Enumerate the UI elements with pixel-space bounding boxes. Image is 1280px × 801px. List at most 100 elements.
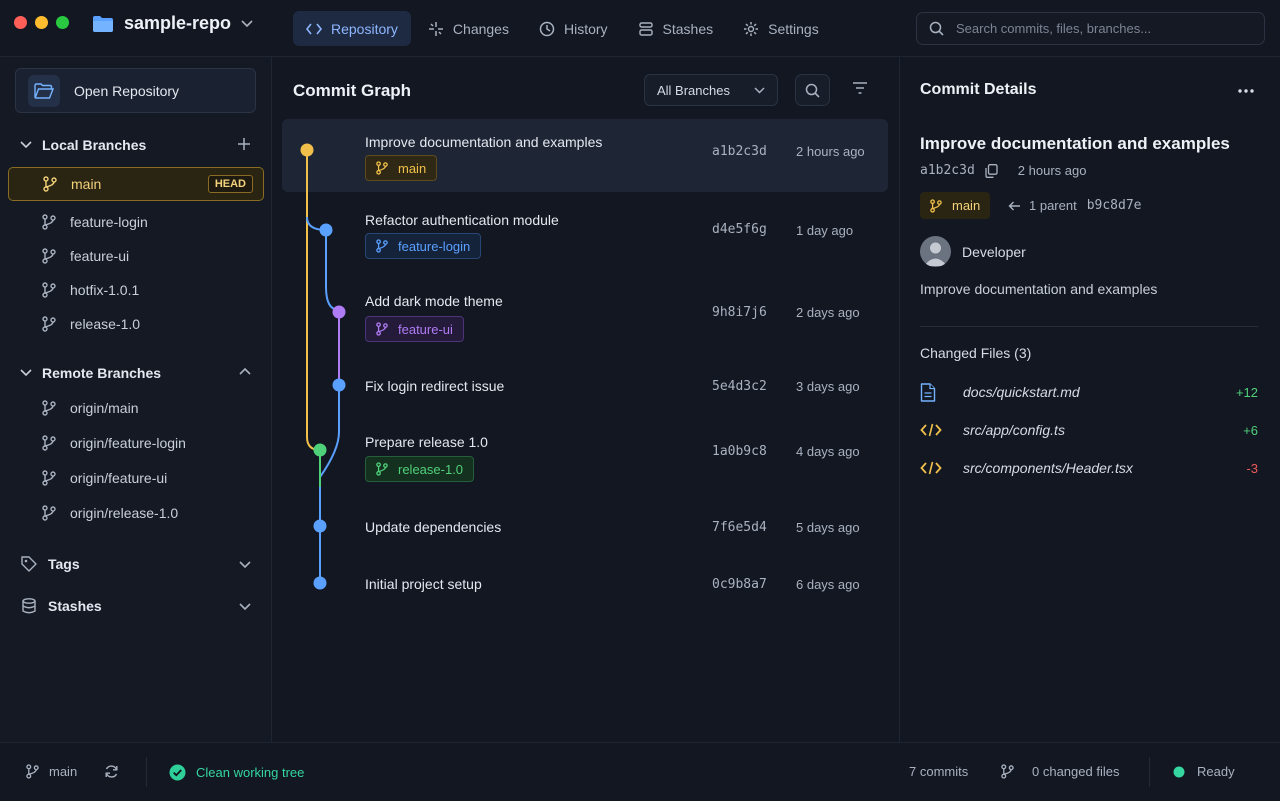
tab-settings[interactable]: Settings: [730, 11, 832, 46]
commit-meta: a1b2c3d 2 hours ago: [920, 163, 1086, 178]
filter-button[interactable]: [852, 81, 868, 95]
changed-file-item[interactable]: docs/quickstart.md +12: [920, 380, 1258, 404]
arrow-left-icon: [1008, 201, 1021, 211]
remote-branch-item[interactable]: origin/feature-ui: [8, 461, 264, 495]
tab-history[interactable]: History: [526, 11, 621, 46]
expand-stashes-button[interactable]: [239, 603, 251, 611]
copy-icon: [985, 163, 998, 178]
search-icon: [929, 21, 944, 36]
commit-title: Improve documentation and examples: [920, 134, 1230, 153]
gear-icon: [743, 21, 759, 37]
commit-hash: 5e4d3c2: [712, 379, 767, 394]
ellipsis-icon: [1238, 89, 1254, 93]
divider: [920, 326, 1258, 327]
commit-node: [300, 143, 314, 157]
remote-branch-item[interactable]: origin/main: [8, 391, 264, 425]
status-bar: main Clean working tree 7 commits 0 chan…: [0, 742, 1280, 801]
stack-icon: [638, 21, 654, 37]
branch-item-feature-ui[interactable]: feature-ui: [8, 239, 264, 273]
tab-repository[interactable]: Repository: [293, 11, 411, 46]
commit-count-label: 7 commits: [909, 764, 969, 779]
tags-section-header[interactable]: Tags: [20, 555, 80, 573]
tab-changes[interactable]: Changes: [415, 11, 522, 46]
git-branch-icon: [42, 316, 56, 332]
title-bar: sample-repo Repository Changes History S…: [0, 0, 1280, 57]
tab-label: Changes: [452, 20, 509, 37]
expand-tags-button[interactable]: [239, 561, 251, 569]
author-avatar: [920, 236, 951, 267]
repository-selector[interactable]: sample-repo: [92, 13, 253, 34]
commit-hash: 1a0b9c8: [712, 444, 767, 459]
branch-item-main[interactable]: main HEAD: [8, 167, 264, 201]
maximize-window-button[interactable]: [56, 16, 69, 29]
commit-node: [332, 305, 346, 319]
changed-files-title: Changed Files (3): [920, 345, 1032, 361]
chevron-down-icon: [20, 369, 32, 377]
collapse-remote-button[interactable]: [239, 367, 251, 375]
open-repository-button[interactable]: Open Repository: [15, 68, 256, 113]
changed-file-item[interactable]: src/components/Header.tsx -3: [920, 456, 1258, 480]
branch-label: release-1.0: [70, 316, 141, 332]
tab-label: History: [563, 20, 608, 37]
file-path: docs/quickstart.md: [963, 384, 1080, 400]
commit-message: Refactor authentication module: [365, 212, 559, 228]
commit-node: [313, 443, 327, 457]
branch-filter-dropdown[interactable]: All Branches: [644, 74, 778, 106]
branch-label: main: [71, 176, 102, 192]
status-branch[interactable]: main: [26, 764, 77, 779]
search-commits-button[interactable]: [795, 74, 830, 106]
git-branch-icon: [26, 764, 39, 779]
commit-time: 1 day ago: [796, 223, 854, 238]
sync-button[interactable]: [104, 764, 119, 779]
git-branch-icon: [42, 435, 56, 451]
more-options-button[interactable]: [1238, 89, 1254, 93]
commit-hash: 9h8i7j6: [712, 305, 767, 320]
file-path: src/app/config.ts: [963, 422, 1065, 438]
tab-stashes[interactable]: Stashes: [625, 11, 727, 46]
check-circle-icon: [169, 764, 186, 781]
commit-time: 2 hours ago: [796, 144, 865, 159]
commit-parent[interactable]: 1 parent b9c8d7e: [1008, 198, 1142, 213]
working-tree-status: Clean working tree: [169, 764, 304, 781]
tab-label: Stashes: [662, 20, 714, 37]
branch-item-feature-login[interactable]: feature-login: [8, 205, 264, 239]
code-file-icon: [920, 423, 942, 437]
git-branch-icon: [42, 400, 56, 416]
remote-branch-item[interactable]: origin/release-1.0: [8, 496, 264, 530]
commit-time: 5 days ago: [796, 520, 860, 535]
branch-item-hotfix[interactable]: hotfix-1.0.1: [8, 273, 264, 307]
branch-item-release[interactable]: release-1.0: [8, 307, 264, 341]
file-path: src/components/Header.tsx: [963, 460, 1133, 476]
minimize-window-button[interactable]: [35, 16, 48, 29]
stashes-title: Stashes: [48, 598, 102, 614]
file-delta: +6: [1243, 422, 1258, 438]
stashes-section-header[interactable]: Stashes: [20, 597, 102, 615]
remote-branch-item[interactable]: origin/feature-login: [8, 426, 264, 460]
add-branch-button[interactable]: [237, 137, 251, 151]
commit-details-panel: Commit Details Improve documentation and…: [900, 57, 1280, 742]
branch-label: feature-login: [70, 214, 148, 230]
remote-branches-header[interactable]: Remote Branches: [20, 365, 161, 381]
git-branch-icon: [42, 248, 56, 264]
global-search[interactable]: [916, 12, 1265, 45]
close-window-button[interactable]: [14, 16, 27, 29]
commit-time: 4 days ago: [796, 444, 860, 459]
git-branch-icon: [1001, 764, 1014, 779]
commit-time: 2 hours ago: [1017, 163, 1087, 178]
remote-branches-title: Remote Branches: [42, 365, 162, 381]
search-icon: [805, 83, 820, 98]
commit-node: [319, 223, 333, 237]
chevron-down-icon: [241, 19, 253, 28]
tag-icon: [20, 555, 38, 573]
changed-file-item[interactable]: src/app/config.ts +6: [920, 418, 1258, 442]
local-branches-title: Local Branches: [42, 137, 147, 153]
commit-details-title: Commit Details: [920, 81, 1037, 98]
commit-description: Improve documentation and examples: [920, 281, 1158, 297]
commit-graph-panel: Commit Graph All Branches Improve docume…: [272, 57, 900, 742]
copy-hash-button[interactable]: [985, 163, 998, 178]
search-input[interactable]: [956, 21, 1246, 36]
local-branches-header[interactable]: Local Branches: [20, 137, 146, 153]
commit-hash: a1b2c3d: [712, 144, 767, 159]
commit-branch-badge: main: [920, 192, 991, 219]
git-branch-icon: [42, 214, 56, 230]
